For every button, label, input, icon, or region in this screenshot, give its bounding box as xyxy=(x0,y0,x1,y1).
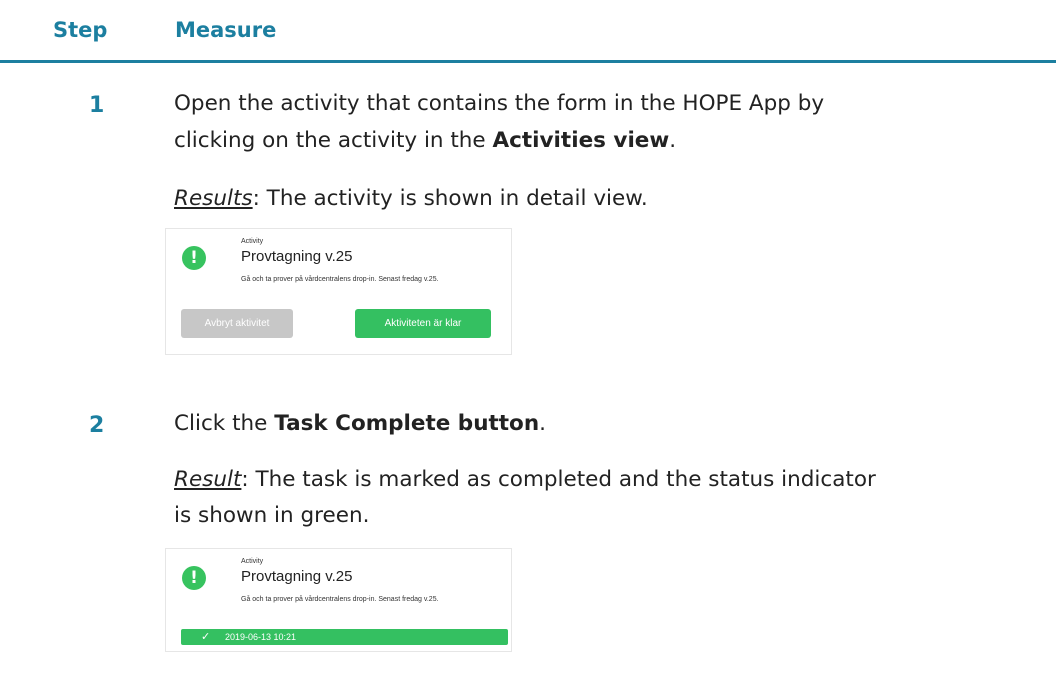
result-line: Results: The activity is shown in detail… xyxy=(174,186,648,211)
table-header-measure: Measure xyxy=(175,18,277,42)
header-rule xyxy=(0,60,1056,63)
ui-term: Activities view xyxy=(492,128,670,153)
card-kicker: Activity xyxy=(241,238,264,245)
card-title: Provtagning v.25 xyxy=(241,568,353,585)
cancel-activity-button[interactable]: Avbryt aktivitet xyxy=(181,309,293,338)
result-label: Result xyxy=(174,467,242,492)
step-number: 2 xyxy=(89,413,105,438)
check-icon: ✓ xyxy=(201,630,211,643)
completed-status-bar: ✓ 2019-06-13 10:21 xyxy=(181,629,508,645)
step-text-line: Open the activity that contains the form… xyxy=(174,91,825,116)
ui-term: Task Complete button xyxy=(274,411,540,436)
result-line: Result: The task is marked as completed … xyxy=(174,467,876,492)
activity-card: ! Activity Provtagning v.25 Gå och ta pr… xyxy=(165,228,512,355)
card-description: Gå och ta prover på vårdcentralens drop-… xyxy=(241,276,439,283)
card-title: Provtagning v.25 xyxy=(241,248,353,265)
step-text-line: clicking on the activity in the Activiti… xyxy=(174,128,677,153)
step-number: 1 xyxy=(89,93,105,118)
step-text-line: Click the Task Complete button. xyxy=(174,411,546,436)
result-label: Results xyxy=(174,186,253,211)
card-description: Gå och ta prover på vårdcentralens drop-… xyxy=(241,596,439,603)
table-header-step: Step xyxy=(53,18,108,42)
result-line: is shown in green. xyxy=(174,503,370,528)
activity-card-completed: ! Activity Provtagning v.25 Gå och ta pr… xyxy=(165,548,512,652)
card-kicker: Activity xyxy=(241,558,264,565)
alert-icon: ! xyxy=(182,566,206,590)
alert-icon: ! xyxy=(182,246,206,270)
completed-timestamp: 2019-06-13 10:21 xyxy=(225,632,297,642)
task-complete-button[interactable]: Aktiviteten är klar xyxy=(355,309,491,338)
